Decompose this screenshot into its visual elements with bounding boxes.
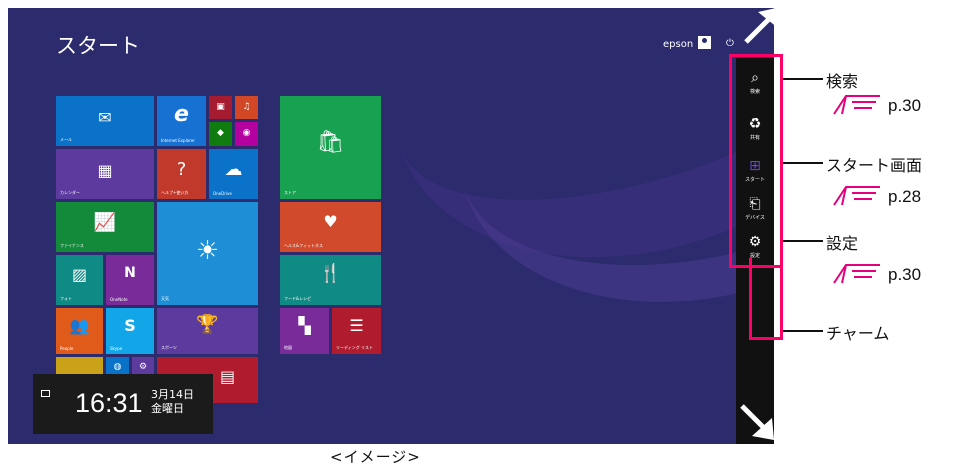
tile-label: カレンダー bbox=[60, 190, 80, 195]
tile-help[interactable]: ? ヘルプ+使い方 bbox=[157, 149, 206, 199]
chart-icon: 📈 bbox=[93, 212, 117, 233]
tile-label: フォト bbox=[60, 296, 72, 301]
tile-people[interactable]: 👥 People bbox=[56, 308, 103, 354]
cloud-icon: ☁ bbox=[224, 159, 243, 180]
tile-skype[interactable]: S Skype bbox=[106, 308, 154, 354]
internet-explorer-icon: e bbox=[174, 102, 189, 127]
tile-onedrive[interactable]: ☁ OneDrive bbox=[209, 149, 258, 199]
map-icon: ▚ bbox=[298, 316, 311, 335]
tile-label: リーディング リスト bbox=[336, 345, 373, 350]
tile-food[interactable]: 🍴 フード&レシピ bbox=[280, 255, 381, 305]
leader-line-charm bbox=[783, 330, 823, 332]
leader-line-settings bbox=[783, 240, 823, 242]
annotation-start-screen: スタート画面 bbox=[826, 156, 923, 175]
tile-label: Skype bbox=[110, 346, 123, 351]
video-icon: ▣ bbox=[216, 102, 225, 112]
page-ref-search: p.30 bbox=[888, 96, 922, 115]
pointing-hand-icon bbox=[833, 186, 880, 206]
tile-photos[interactable]: ▨ フォト bbox=[56, 255, 103, 305]
skype-icon: S bbox=[124, 316, 136, 335]
tile-music[interactable]: ♫ bbox=[235, 96, 258, 119]
clock-day-text: 金曜日 bbox=[151, 402, 184, 415]
power-icon[interactable]: ⏻ bbox=[726, 38, 734, 49]
network-icon bbox=[41, 390, 50, 397]
page-ref-start-screen: p.28 bbox=[888, 187, 922, 206]
tile-label: OneNote bbox=[110, 297, 128, 302]
charms-highlight-frame bbox=[729, 54, 783, 268]
clock-date-text: 3月14日 bbox=[151, 388, 194, 401]
tile-label: メール bbox=[60, 137, 72, 142]
start-title: スタート bbox=[56, 34, 140, 58]
trophy-icon: 🏆 bbox=[196, 314, 219, 335]
tile-games[interactable]: ◆ bbox=[209, 122, 232, 146]
tile-camera[interactable]: ◉ bbox=[235, 122, 258, 146]
headphones-icon: ♫ bbox=[242, 102, 251, 112]
utensils-icon: 🍴 bbox=[319, 263, 342, 284]
tile-sports[interactable]: 🏆 スポーツ bbox=[157, 308, 258, 354]
page-ref-settings: p.30 bbox=[888, 265, 922, 284]
gamepad-icon: ◆ bbox=[217, 128, 224, 138]
user-name[interactable]: epson bbox=[663, 39, 693, 50]
tile-mail[interactable]: ✉ メール bbox=[56, 96, 154, 146]
camera-icon: ◉ bbox=[242, 128, 251, 138]
tile-ie[interactable]: e Internet Explorer bbox=[157, 96, 206, 146]
tile-label: Internet Explorer bbox=[161, 138, 195, 143]
heart-icon: ♥ bbox=[323, 212, 338, 231]
tile-reading[interactable]: ☰ リーディング リスト bbox=[332, 308, 381, 354]
leader-line-search bbox=[783, 78, 823, 80]
tile-finance[interactable]: 📈 ファイナンス bbox=[56, 202, 154, 252]
gear-icon: ⚙ bbox=[138, 362, 148, 372]
sun-icon: ☀ bbox=[195, 236, 220, 266]
tile-store[interactable]: 🛍 ストア bbox=[280, 96, 381, 199]
tile-label: 天気 bbox=[161, 296, 169, 301]
onenote-icon: N bbox=[124, 265, 136, 281]
arrow-down-right-icon bbox=[740, 404, 774, 440]
tile-label: ヘルス&フィットネス bbox=[284, 243, 324, 248]
tile-label: 地図 bbox=[284, 345, 292, 350]
tile-label: フード&レシピ bbox=[284, 296, 312, 301]
tile-maps[interactable]: ▚ 地図 bbox=[280, 308, 329, 354]
tile-calendar[interactable]: ▦ カレンダー bbox=[56, 149, 154, 199]
annotation-settings: 設定 bbox=[826, 234, 859, 253]
people-icon: 👥 bbox=[69, 316, 90, 335]
image-caption: <イメージ> bbox=[330, 448, 421, 466]
help-icon: ? bbox=[176, 159, 187, 180]
reading-list-icon: ☰ bbox=[349, 316, 364, 335]
charms-lower-frame bbox=[749, 258, 783, 340]
user-avatar[interactable] bbox=[698, 36, 711, 49]
annotation-charm: チャーム bbox=[826, 324, 890, 343]
tile-label: ヘルプ+使い方 bbox=[161, 190, 189, 195]
tile-label: OneDrive bbox=[213, 191, 232, 196]
tile-onenote[interactable]: N OneNote bbox=[106, 255, 154, 305]
mail-icon: ✉ bbox=[98, 108, 112, 127]
tile-label: ファイナンス bbox=[60, 243, 84, 248]
annotation-search: 検索 bbox=[826, 72, 859, 91]
tile-label: ストア bbox=[284, 190, 296, 195]
calendar-icon: ▦ bbox=[97, 161, 113, 180]
tile-weather[interactable]: ☀ 天気 bbox=[157, 202, 258, 305]
pointing-hand-icon bbox=[833, 95, 880, 115]
photo-icon: ▨ bbox=[71, 265, 88, 284]
arrow-up-right-icon bbox=[744, 8, 778, 44]
store-icon: 🛍 bbox=[316, 130, 345, 155]
tile-label: People bbox=[60, 346, 74, 351]
pointing-hand-icon bbox=[833, 264, 880, 284]
tile-video[interactable]: ▣ bbox=[209, 96, 232, 119]
leader-line-start bbox=[783, 162, 823, 164]
tile-health[interactable]: ♥ ヘルス&フィットネス bbox=[280, 202, 381, 252]
clock-date: 3月14日 金曜日 bbox=[151, 388, 194, 416]
clock-time: 16:31 bbox=[75, 388, 143, 418]
clock-overlay: 16:31 3月14日 金曜日 bbox=[33, 374, 213, 434]
tile-label: スポーツ bbox=[161, 345, 177, 350]
globe-icon: ◍ bbox=[113, 362, 122, 372]
start-screen: スタート epson ⏻ ✉ メール e Internet Explorer ▣… bbox=[8, 8, 774, 444]
